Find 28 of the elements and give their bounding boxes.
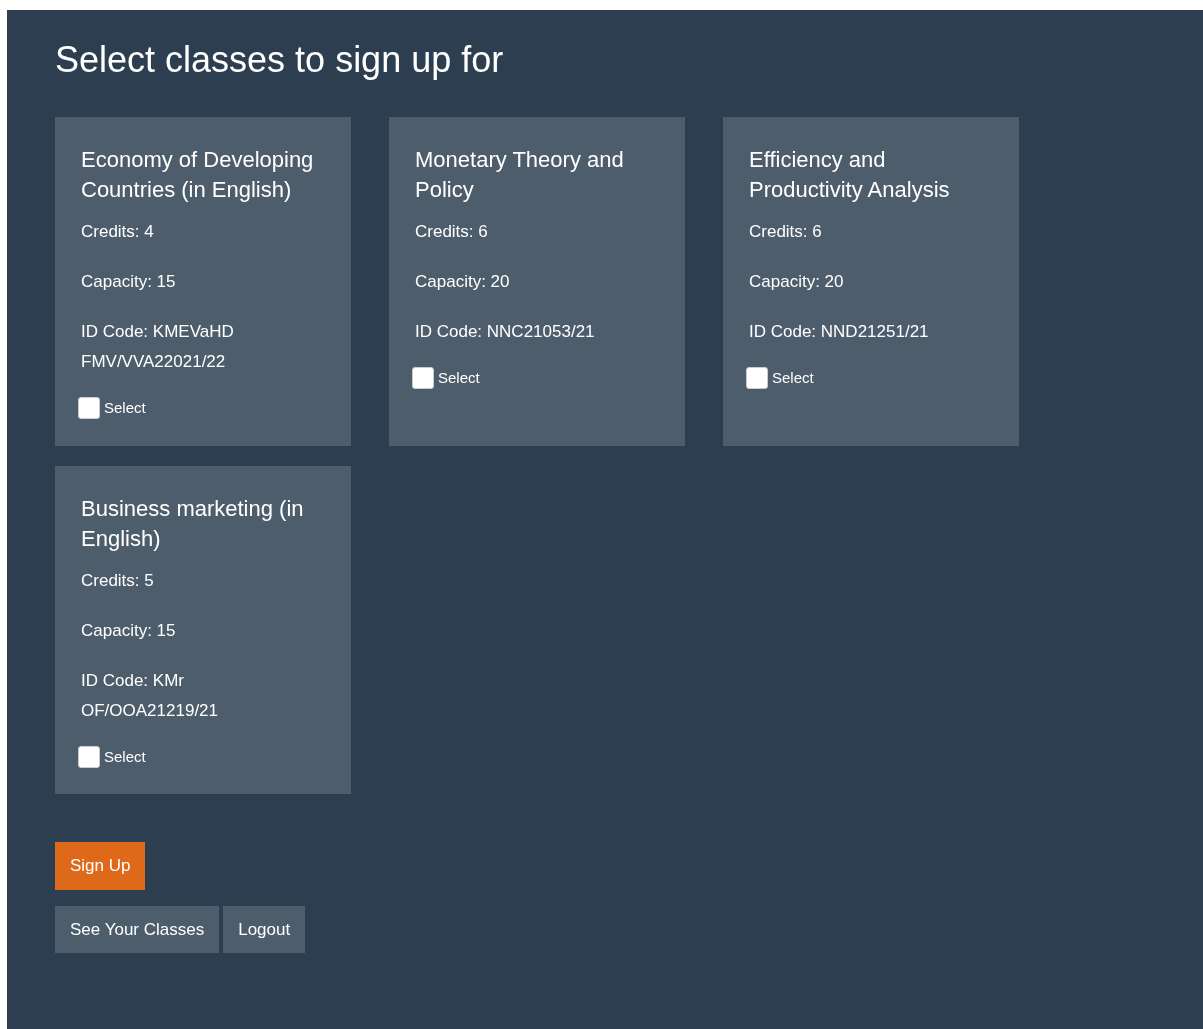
credits-text: Credits: 5 [81, 569, 155, 592]
select-checkbox[interactable] [78, 745, 100, 768]
select-label[interactable]: Select [438, 367, 480, 390]
select-label[interactable]: Select [104, 745, 146, 769]
select-label[interactable]: Select [104, 397, 146, 420]
credits-text: Credits: 6 [749, 221, 823, 244]
class-name: Business marketing (in English) [81, 494, 305, 553]
capacity-text: Capacity: 15 [81, 271, 177, 294]
class-name: Monetary Theory and Policy [415, 146, 625, 205]
select-checkbox[interactable] [746, 367, 768, 390]
page-title: Select classes to sign up for [55, 38, 505, 82]
logout-button[interactable]: Logout [223, 905, 306, 954]
sign-up-button[interactable]: Sign Up [55, 842, 146, 890]
see-classes-button[interactable]: See Your Classes [55, 905, 220, 954]
class-name: Economy of Developing Countries (in English) [81, 146, 315, 205]
id-code-text: ID Code: KMr OF/OOA21219/21 [81, 669, 220, 722]
capacity-text: Capacity: 15 [81, 619, 177, 642]
select-checkbox[interactable] [412, 367, 434, 390]
select-label[interactable]: Select [772, 367, 814, 390]
id-code-text: ID Code: NNC21053/21 [415, 321, 596, 344]
capacity-text: Capacity: 20 [415, 271, 511, 294]
credits-text: Credits: 6 [415, 221, 489, 244]
id-code-text: ID Code: KMEVaHD FMV/VVA22021/22 [81, 321, 235, 374]
select-checkbox[interactable] [78, 397, 100, 420]
capacity-text: Capacity: 20 [749, 271, 845, 294]
id-code-text: ID Code: NND21251/21 [749, 321, 930, 344]
credits-text: Credits: 4 [81, 221, 155, 244]
class-name: Efficiency and Productivity Analysis [749, 146, 951, 205]
